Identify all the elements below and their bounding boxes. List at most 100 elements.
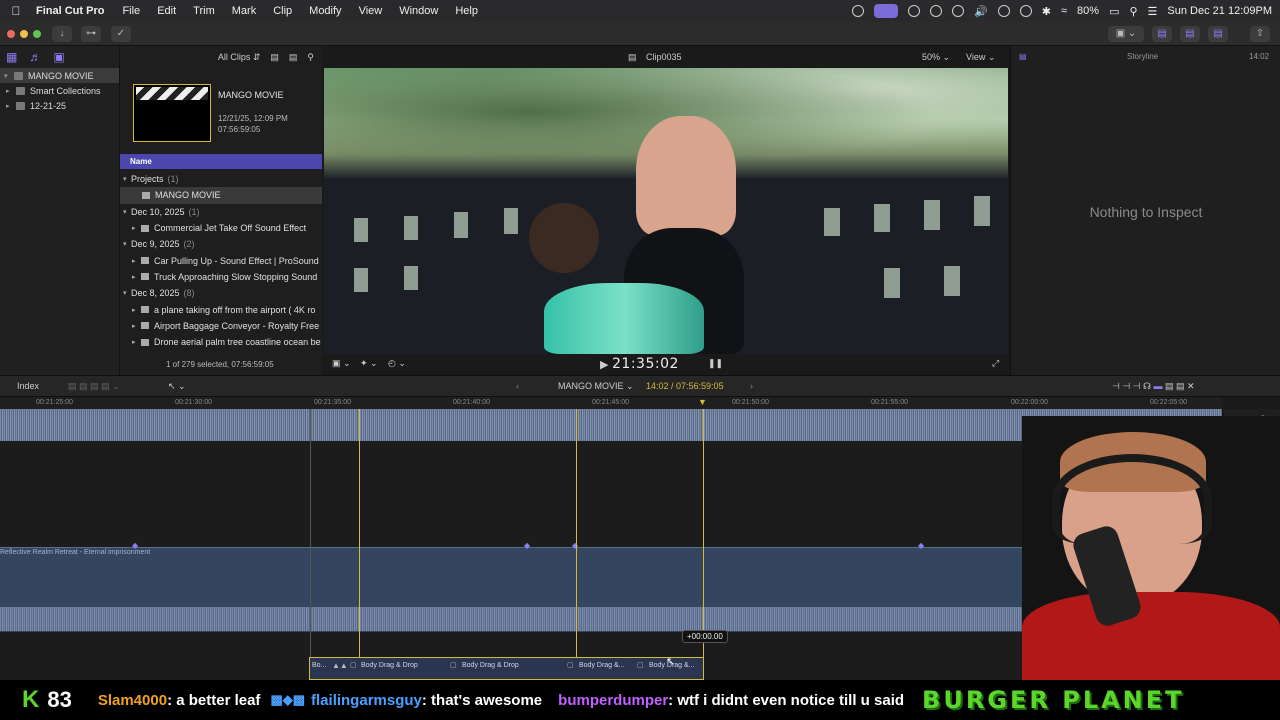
play-icon[interactable]	[952, 5, 965, 17]
app-menu[interactable]: Final Cut Pro	[36, 5, 104, 17]
disclosure-icon[interactable]: ▸	[132, 322, 141, 330]
disclosure-icon[interactable]: ▸	[6, 102, 14, 110]
sidebar-item-label: MANGO MOVIE	[28, 70, 94, 81]
minimize-window-button[interactable]	[20, 30, 28, 38]
list-item[interactable]: ▸ a plane taking off from the airport ( 4…	[120, 301, 322, 317]
playhead-handle-icon[interactable]: ▼	[698, 397, 707, 407]
import-button[interactable]: ↓	[52, 26, 72, 42]
list-item[interactable]: ▸ Commercial Jet Take Off Sound Effect	[120, 220, 322, 236]
tray-icon[interactable]	[908, 5, 921, 17]
list-item[interactable]: ▸ Airport Baggage Conveyor - Royalty Free	[120, 318, 322, 334]
share-button[interactable]: ⇧	[1250, 26, 1270, 42]
clip-filter-dropdown[interactable]: All Clips ⇵	[218, 52, 261, 63]
zoom-window-button[interactable]	[33, 30, 41, 38]
effects-icon[interactable]: ✦ ⌄	[360, 358, 378, 369]
video-frame[interactable]	[324, 68, 1008, 354]
speed-icon[interactable]: ◴ ⌄	[388, 358, 406, 369]
sidebar-item-smart-collections[interactable]: ▸ Smart Collections	[0, 83, 119, 98]
bluetooth-icon[interactable]: ✱	[1042, 5, 1051, 18]
name-column-header[interactable]: Name	[120, 154, 322, 169]
toggle-inspector-button[interactable]: ▤	[1208, 26, 1228, 42]
disclosure-icon[interactable]: ▸	[132, 338, 141, 346]
disclosure-icon[interactable]: ▾	[123, 175, 131, 183]
tray-icon[interactable]	[852, 5, 865, 17]
keywords-button[interactable]: ⊶	[81, 26, 101, 42]
libraries-icon[interactable]: ▦	[6, 50, 17, 64]
menu-view[interactable]: View	[359, 5, 383, 17]
timecode-display[interactable]: 21:35:02	[612, 356, 679, 372]
layout-button[interactable]: ▣ ⌄	[1108, 26, 1144, 42]
timeline-tools-icons[interactable]: ⊣ ⊣ ⊣ ☊ ▬ ▤ ▤ ✕	[1112, 381, 1195, 392]
disclosure-icon[interactable]: ▾	[123, 240, 131, 248]
disclosure-icon[interactable]: ▸	[132, 273, 141, 281]
disclosure-icon[interactable]: ▾	[4, 72, 12, 80]
list-item[interactable]: ▸ Truck Approaching Slow Stopping Sound	[120, 269, 322, 285]
project-thumbnail[interactable]	[133, 84, 211, 142]
photos-audio-icon[interactable]: ♬	[29, 50, 41, 64]
toggle-timeline-button[interactable]: ▤	[1180, 26, 1200, 42]
list-item[interactable]: MANGO MOVIE	[120, 187, 322, 204]
disclosure-icon[interactable]: ▸	[132, 224, 141, 232]
wifi-icon[interactable]: ≈	[1061, 5, 1067, 17]
search-icon[interactable]: ⚲	[307, 52, 314, 63]
search-icon[interactable]: ⚲	[1129, 5, 1137, 18]
inspector-tab-icon[interactable]: ▤	[1019, 52, 1027, 61]
menu-clip[interactable]: Clip	[273, 5, 292, 17]
menu-edit[interactable]: Edit	[157, 5, 176, 17]
menu-help[interactable]: Help	[455, 5, 478, 17]
clip-group[interactable]: Bo... ▲▲ ▢ Body Drag & Drop ▢ Body Drag …	[309, 657, 704, 680]
back-arrow-icon[interactable]: ‹	[516, 381, 519, 391]
inspector-tab-storyline[interactable]: Storyline	[1127, 52, 1158, 61]
transform-icon[interactable]: ▣ ⌄	[332, 358, 351, 369]
sidebar-item-library[interactable]: ▾ MANGO MOVIE	[0, 68, 119, 83]
toggle-browser-button[interactable]: ▤	[1152, 26, 1172, 42]
skimming-icon[interactable]: ▬	[1154, 381, 1163, 391]
list-group-date[interactable]: ▾ Dec 10, 2025 (1)	[120, 204, 322, 220]
tray-icon[interactable]	[1019, 5, 1032, 17]
download-icon: ↓	[59, 28, 65, 39]
project-dropdown[interactable]: MANGO MOVIE ⌄	[558, 381, 634, 392]
menu-modify[interactable]: Modify	[309, 5, 341, 17]
tray-icon[interactable]	[997, 5, 1010, 17]
list-group-date[interactable]: ▾ Dec 9, 2025 (2)	[120, 236, 322, 252]
list-view-icon[interactable]: ▤	[289, 52, 298, 63]
zoom-dropdown[interactable]: 50% ⌄	[922, 52, 950, 63]
list-group-projects[interactable]: ▾ Projects (1)	[120, 171, 322, 187]
clip-appearance-icon[interactable]: ▤	[270, 52, 279, 63]
apple-menu-icon[interactable]: 	[8, 4, 24, 18]
close-window-button[interactable]	[7, 30, 15, 38]
view-dropdown[interactable]: View ⌄	[966, 52, 995, 63]
viewer-clip-name: Clip0035	[646, 52, 682, 62]
event-list: ▾ Projects (1) MANGO MOVIE ▾ Dec 10, 2025 (1…	[120, 171, 322, 350]
list-item[interactable]: ▸ Car Pulling Up - Sound Effect | ProSoun…	[120, 252, 322, 268]
disclosure-icon[interactable]: ▸	[6, 87, 14, 95]
disclosure-icon[interactable]: ▸	[132, 257, 141, 265]
list-item[interactable]: ▸ Drone aerial palm tree coastline ocean …	[120, 334, 322, 350]
keyframe-marker-icon[interactable]: ◆	[918, 541, 924, 550]
tray-icon[interactable]	[930, 5, 943, 17]
sidebar-item-event[interactable]: ▸ 12-21-25	[0, 98, 119, 113]
background-tasks-button[interactable]: ✓	[111, 26, 131, 42]
menu-mark[interactable]: Mark	[232, 5, 256, 17]
disclosure-icon[interactable]: ▾	[123, 208, 131, 216]
fullscreen-icon[interactable]: ⤢	[992, 358, 999, 369]
titles-generators-icon[interactable]: ▣	[53, 50, 64, 64]
list-group-date[interactable]: ▾ Dec 8, 2025 (8)	[120, 285, 322, 301]
menu-trim[interactable]: Trim	[193, 5, 215, 17]
control-center-icon[interactable]: ☰	[1148, 5, 1158, 18]
timeline-ruler[interactable]: 00:21:25:00 00:21:30:00 00:21:35:00 00:2…	[0, 397, 1222, 409]
battery-icon[interactable]: ▭	[1109, 5, 1119, 18]
forward-arrow-icon[interactable]: ›	[750, 381, 753, 391]
volume-icon[interactable]: 🔊	[974, 5, 988, 18]
clock[interactable]: Sun Dec 21 12:09PM	[1167, 5, 1272, 17]
disclosure-icon[interactable]: ▾	[123, 289, 131, 297]
keyframe-marker-icon[interactable]: ◆	[524, 541, 530, 550]
select-tool-icon[interactable]: ↖ ⌄	[168, 381, 186, 392]
menu-window[interactable]: Window	[399, 5, 438, 17]
disclosure-icon[interactable]: ▸	[132, 306, 141, 314]
play-icon[interactable]: ▶	[600, 358, 608, 371]
stage-manager-icon[interactable]	[874, 4, 899, 18]
menu-file[interactable]: File	[122, 5, 140, 17]
index-button[interactable]: Index	[17, 381, 39, 391]
keyframe-marker-icon[interactable]: ◆	[132, 541, 138, 550]
